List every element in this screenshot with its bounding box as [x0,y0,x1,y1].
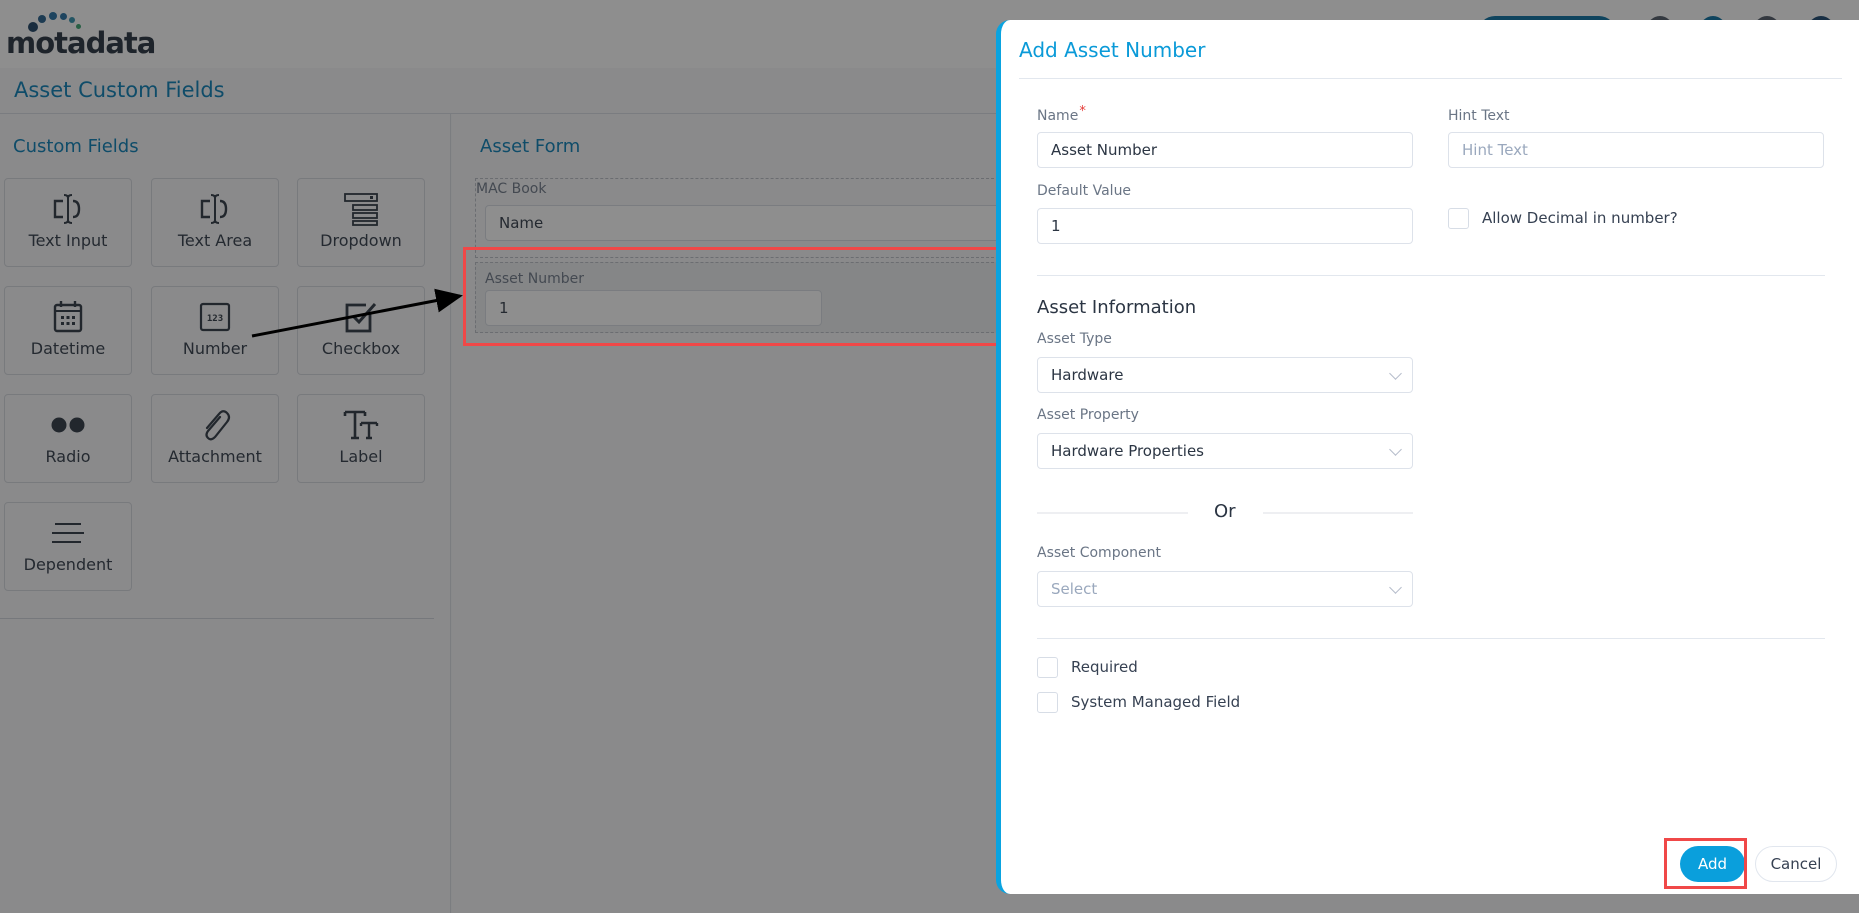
asset-type-select[interactable]: Hardware [1037,357,1413,393]
chevron-down-icon [1389,367,1402,380]
asset-type-label: Asset Type [1037,331,1112,347]
hint-text-label: Hint Text [1448,108,1510,124]
title-divider [1019,78,1842,79]
section-divider [1037,638,1825,639]
drawer-title: Add Asset Number [1019,38,1206,62]
name-label-text: Name [1037,108,1079,124]
annotation-highlight-add [1664,838,1747,889]
asset-component-placeholder: Select [1051,580,1098,598]
asset-component-label: Asset Component [1037,545,1161,561]
asset-property-label: Asset Property [1037,407,1139,423]
default-value-label: Default Value [1037,183,1132,199]
name-label: Name* [1037,104,1086,124]
chevron-down-icon [1389,443,1402,456]
asset-property-select[interactable]: Hardware Properties [1037,433,1413,469]
add-asset-number-drawer: Add Asset Number Name* Asset Number Hint… [996,20,1859,894]
asset-component-select[interactable]: Select [1037,571,1413,607]
allow-decimal-label: Allow Decimal in number? [1482,209,1678,227]
required-asterisk: * [1079,104,1086,119]
required-label: Required [1071,658,1138,676]
cancel-button[interactable]: Cancel [1755,846,1837,882]
name-input[interactable]: Asset Number [1037,132,1413,168]
section-divider [1037,275,1825,276]
default-value-input[interactable]: 1 [1037,208,1413,244]
allow-decimal-checkbox[interactable] [1448,208,1469,229]
system-managed-label: System Managed Field [1071,693,1241,711]
asset-information-title: Asset Information [1037,297,1197,318]
chevron-down-icon [1389,581,1402,594]
required-checkbox[interactable] [1037,657,1058,678]
or-divider-right [1263,512,1413,514]
asset-type-value: Hardware [1051,366,1124,384]
or-divider-left [1037,512,1188,514]
or-separator-text: Or [1214,501,1236,522]
asset-property-value: Hardware Properties [1051,442,1204,460]
hint-text-input[interactable]: Hint Text [1448,132,1824,168]
system-managed-checkbox[interactable] [1037,692,1058,713]
annotation-highlight-field [463,247,1003,346]
